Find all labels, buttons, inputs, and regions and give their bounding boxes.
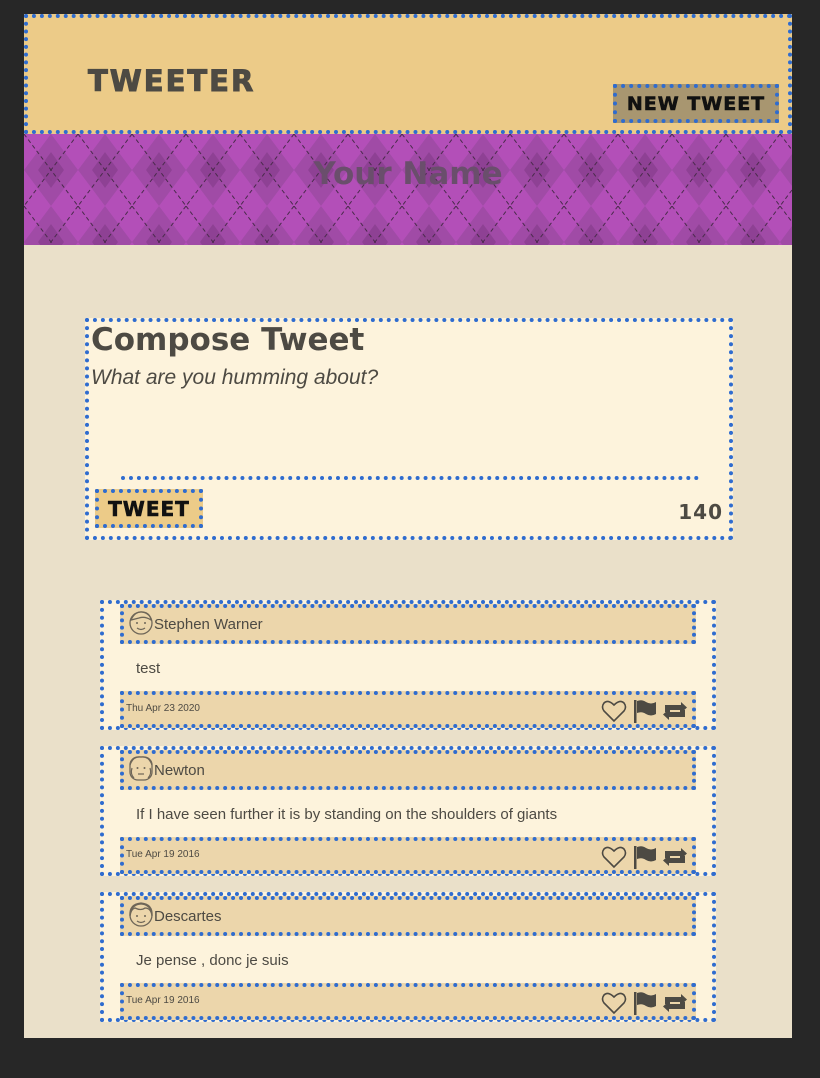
tweet-actions [600, 990, 692, 1016]
tweet-submit-button[interactable]: Tweet [95, 489, 203, 528]
tweet-author[interactable]: Descartes [154, 908, 222, 925]
tweet-date: Tue Apr 19 2016 [126, 995, 200, 1006]
heart-icon[interactable] [600, 990, 628, 1016]
flag-icon[interactable] [631, 698, 659, 724]
avatar-face-icon [129, 611, 153, 635]
profile-banner: Your Name [24, 134, 792, 245]
tweet-header: Newton [120, 750, 696, 790]
tweet-card: Newton If I have seen further it is by s… [100, 746, 716, 876]
tweet-text: Je pense , donc je suis [136, 952, 289, 969]
profile-name: Your Name [313, 156, 503, 192]
character-counter: 140 [678, 500, 723, 524]
tweet-card: Stephen Warner test Thu Apr 23 2020 [100, 600, 716, 730]
new-tweet-button[interactable]: New Tweet [613, 84, 779, 123]
tweet-date: Thu Apr 23 2020 [126, 703, 200, 714]
heart-icon[interactable] [600, 844, 628, 870]
tweet-date: Tue Apr 19 2016 [126, 849, 200, 860]
tweet-text: If I have seen further it is by standing… [136, 806, 558, 823]
brand-logo[interactable]: Tweeter [87, 64, 255, 99]
retweet-icon[interactable] [661, 990, 689, 1016]
app-container: Tweeter New Tweet Your Name Compose Twee… [24, 14, 792, 1038]
tweet-author[interactable]: Stephen Warner [154, 616, 263, 633]
tweet-actions [600, 698, 692, 724]
compose-divider [121, 476, 699, 480]
tweet-text: test [136, 660, 161, 677]
compose-title: Compose Tweet [91, 322, 365, 358]
flag-icon[interactable] [631, 844, 659, 870]
avatar-face-icon [129, 902, 153, 927]
top-nav: Tweeter New Tweet [24, 14, 792, 134]
tweet-text-input[interactable] [91, 366, 701, 476]
compose-tweet-panel: Compose Tweet Tweet 140 [85, 318, 733, 540]
tweet-actions [600, 844, 692, 870]
tweet-author[interactable]: Newton [154, 762, 205, 779]
flag-icon[interactable] [631, 990, 659, 1016]
avatar-face-icon [129, 756, 153, 781]
tweet-header: Stephen Warner [120, 604, 696, 644]
retweet-icon[interactable] [661, 844, 689, 870]
tweet-footer: Tue Apr 19 2016 [120, 837, 696, 874]
tweet-card: Descartes Je pense , donc je suis Tue Ap… [100, 892, 716, 1022]
tweet-footer: Tue Apr 19 2016 [120, 983, 696, 1020]
tweet-header: Descartes [120, 896, 696, 936]
heart-icon[interactable] [600, 698, 628, 724]
retweet-icon[interactable] [661, 698, 689, 724]
tweet-footer: Thu Apr 23 2020 [120, 691, 696, 728]
